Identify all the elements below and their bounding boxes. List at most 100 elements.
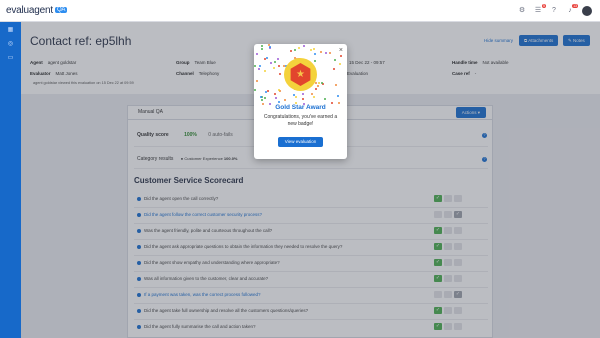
answer-yes-option[interactable]: ✓	[434, 323, 442, 330]
scorecard-question: Was all information given to the custome…	[137, 276, 268, 281]
top-bar: evaluagent QA ⚙ ☰ 5 ? ♪ 13	[0, 0, 600, 22]
confetti-piece	[311, 93, 313, 95]
date-value: 15 Dec 22 - 09:57	[349, 60, 385, 65]
answer-yes-option[interactable]: ✓	[434, 275, 442, 282]
confetti-piece	[295, 96, 297, 98]
question-info-icon[interactable]	[137, 244, 141, 249]
confetti-piece	[261, 45, 263, 47]
evaluations-icon[interactable]: ◎	[0, 36, 21, 50]
hide-summary-link[interactable]: Hide summary	[484, 38, 513, 43]
answer-na-option[interactable]	[454, 243, 462, 250]
answer-yes-option[interactable]: ✓	[434, 259, 442, 266]
handle-time-field: Handle time Not available	[452, 60, 509, 65]
answer-no-option[interactable]	[444, 243, 452, 250]
confetti-piece	[256, 80, 258, 82]
scorecard-question: Did the agent ask appropriate questions …	[137, 244, 342, 249]
close-icon[interactable]: ×	[339, 47, 343, 54]
answer-yes-option[interactable]: ✓	[434, 243, 442, 250]
confetti-piece	[264, 70, 266, 72]
question-info-icon[interactable]	[137, 212, 141, 217]
answer-na-option[interactable]	[454, 195, 462, 202]
agent-field: Agent agent goldstar	[30, 60, 77, 65]
answer-no-option[interactable]	[444, 307, 452, 314]
confetti-piece	[302, 93, 304, 95]
tasks-icon[interactable]: ☰ 5	[534, 4, 546, 15]
question-info-icon[interactable]	[137, 308, 141, 313]
info-icon[interactable]: ?	[482, 133, 487, 138]
question-info-icon[interactable]	[137, 324, 141, 329]
answer-yes-option[interactable]: ✓	[434, 227, 442, 234]
answer-no-option[interactable]	[444, 291, 452, 298]
info-icon[interactable]: ?	[482, 157, 487, 162]
confetti-piece	[284, 99, 286, 101]
confetti-piece	[325, 52, 327, 54]
confetti-piece	[261, 99, 263, 101]
answer-no-option[interactable]	[444, 211, 452, 218]
view-evaluation-button[interactable]: View evaluation	[278, 137, 323, 147]
confetti-piece	[314, 53, 316, 55]
answer-options: ✓	[434, 259, 462, 266]
answer-yes-option[interactable]	[434, 211, 442, 218]
evaluator-field: Evaluator Matt Jones	[30, 71, 78, 76]
confetti-piece	[269, 46, 271, 48]
answer-na-option[interactable]	[454, 275, 462, 282]
scorecard-question: Did the agent take full ownership and re…	[137, 308, 308, 313]
tab-manual-qa[interactable]: Manual QA	[138, 109, 163, 115]
confetti-piece	[329, 52, 331, 54]
question-info-icon[interactable]	[137, 196, 141, 201]
actions-button[interactable]: Actions ▾	[455, 107, 486, 118]
help-icon[interactable]: ?	[550, 7, 558, 15]
confetti-piece	[340, 55, 342, 57]
sidebar: ▦ ◎ ▭	[0, 22, 21, 338]
confetti-piece	[264, 97, 266, 99]
modal-message: Congratulations, you've earned a new bad…	[263, 114, 338, 127]
confetti-piece	[274, 93, 276, 95]
settings-icon[interactable]: ⚙	[518, 7, 526, 15]
notifications-icon[interactable]: ♪ 13	[566, 4, 578, 15]
notes-button[interactable]: ✎ Notes	[563, 35, 590, 46]
answer-no-option[interactable]	[444, 323, 452, 330]
confetti-piece	[278, 89, 280, 91]
answer-na-option[interactable]	[454, 227, 462, 234]
question-info-icon[interactable]	[137, 292, 141, 297]
answer-na-option[interactable]: ✓	[454, 211, 462, 218]
confetti-piece	[254, 89, 256, 91]
answer-yes-option[interactable]: ✓	[434, 307, 442, 314]
confetti-piece	[320, 51, 322, 53]
answer-na-option[interactable]	[454, 307, 462, 314]
scorecard-title: Customer Service Scorecard	[134, 176, 244, 185]
evaluation-value: Evaluation	[347, 71, 369, 76]
group-field: Group Team Blue	[176, 60, 216, 65]
confetti-piece	[313, 48, 315, 50]
avatar[interactable]	[582, 6, 592, 16]
confetti-piece	[294, 49, 296, 51]
answer-no-option[interactable]	[444, 195, 452, 202]
question-info-icon[interactable]	[137, 276, 141, 281]
answer-yes-option[interactable]	[434, 291, 442, 298]
answer-no-option[interactable]	[444, 227, 452, 234]
channel-field: Channel Telephony	[176, 71, 220, 76]
question-text: Was the agent friendly, polite and court…	[144, 228, 273, 233]
answer-na-option[interactable]	[454, 323, 462, 330]
scorecard-question: Was the agent friendly, polite and court…	[137, 228, 272, 233]
answer-no-option[interactable]	[444, 259, 452, 266]
confetti-piece	[315, 88, 317, 90]
answer-na-option[interactable]: ✓	[454, 291, 462, 298]
attachments-button[interactable]: ⧉ Attachments	[519, 35, 559, 46]
answer-options: ✓	[434, 307, 462, 314]
confetti-piece	[265, 91, 267, 93]
question-info-icon[interactable]	[137, 260, 141, 265]
confetti-piece	[290, 50, 292, 52]
messages-icon[interactable]: ▭	[0, 50, 21, 64]
confetti-piece	[334, 59, 336, 61]
answer-yes-option[interactable]: ✓	[434, 195, 442, 202]
answer-na-option[interactable]	[454, 259, 462, 266]
answer-options: ✓	[434, 243, 462, 250]
confetti-piece	[335, 84, 337, 86]
app-logo[interactable]: evaluagent QA	[6, 5, 68, 16]
answer-no-option[interactable]	[444, 275, 452, 282]
question-info-icon[interactable]	[137, 228, 141, 233]
confetti-piece	[310, 49, 312, 51]
confetti-piece	[339, 63, 341, 65]
dashboard-icon[interactable]: ▦	[0, 22, 21, 36]
